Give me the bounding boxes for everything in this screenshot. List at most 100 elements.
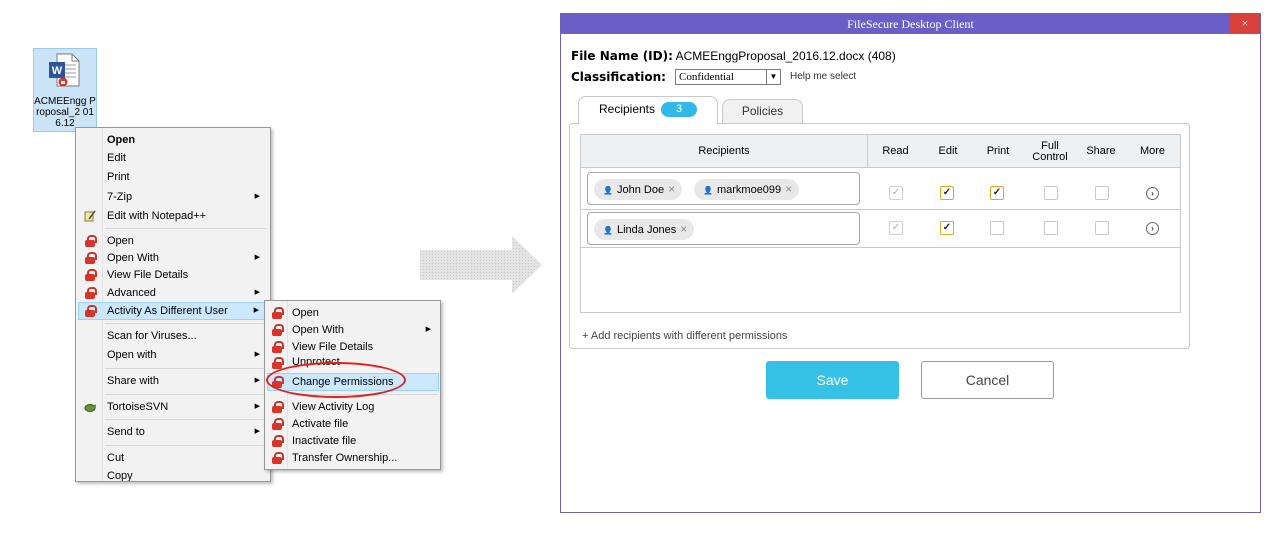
tortoise-icon [84,404,96,412]
full-control-checkbox[interactable] [1044,221,1058,235]
menu-separator [105,394,267,395]
menu-item-label: TortoiseSVN [107,401,169,413]
dialog-titlebar: FileSecure Desktop Client × [561,14,1260,34]
recipients-panel: Recipients Read Edit Print Full Control … [569,123,1190,349]
menu-item-tortoisesvn[interactable]: TortoiseSVN ▶ [78,398,268,416]
recipients-input[interactable]: 👤 Linda Jones × [587,212,860,245]
submenu-item-open-with[interactable]: Open With ▶ [267,321,439,339]
recipients-count-badge: 3 [661,102,698,117]
user-icon: 👤 [703,186,713,195]
menu-item-label: Inactivate file [292,435,357,447]
lock-icon [272,307,284,319]
share-checkbox[interactable] [1095,186,1109,200]
dialog-title: FileSecure Desktop Client [847,17,974,31]
add-recipients-link[interactable]: + Add recipients with different permissi… [582,330,788,342]
menu-item-open-with[interactable]: Open with ▶ [78,346,268,364]
menu-item-label: View File Details [107,269,189,281]
classification-label: Classification: [571,70,666,84]
menu-item-edit[interactable]: Edit [78,149,268,167]
file-icon-label: ACMEEngg Proposal_2 016.12 [34,96,96,129]
user-icon: 👤 [603,226,613,235]
col-full-control-line2: Control [1032,150,1068,163]
menu-item-label: View Activity Log [292,401,375,413]
row-divider [581,209,1180,210]
file-name-row: File Name (ID): ACMEEnggProposal_2016.12… [571,49,896,63]
col-full-control-line1: Full [1041,139,1059,152]
chevron-down-icon: ▼ [766,70,780,84]
more-options-icon[interactable]: › [1146,222,1159,235]
menu-item-secure-open-with[interactable]: Open With ▶ [78,249,268,267]
menu-item-label: Open With [292,324,344,336]
menu-item-label: Open [292,307,319,319]
lock-icon [85,252,97,264]
menu-item-activity-as-different-user[interactable]: Activity As Different User ▶ [78,302,268,320]
close-button[interactable]: × [1230,14,1260,34]
menu-item-label: View File Details [292,341,374,353]
highlight-oval [266,362,406,398]
print-checkbox[interactable] [990,221,1004,235]
lock-icon [85,287,97,299]
col-share: Share [1086,145,1116,157]
col-full-control: Full Control [1023,135,1077,168]
tab-recipients[interactable]: Recipients 3 [578,96,718,124]
submenu-arrow-icon: ▶ [254,289,260,296]
remove-recipient-icon[interactable]: × [668,182,675,196]
edit-checkbox[interactable]: ✓ [940,186,954,200]
tab-policies[interactable]: Policies [722,99,803,123]
full-control-checkbox[interactable] [1044,186,1058,200]
edit-checkbox[interactable]: ✓ [940,221,954,235]
lock-icon [272,357,284,369]
menu-item-share-with[interactable]: Share with ▶ [78,372,268,390]
menu-item-edit-notepadpp[interactable]: Edit with Notepad++ [78,207,268,225]
menu-item-label: Open [107,134,136,146]
menu-item-advanced[interactable]: Advanced ▶ [78,284,268,302]
submenu-item-view-activity-log[interactable]: View Activity Log [267,398,439,416]
more-options-icon[interactable]: › [1146,187,1159,200]
recipient-name: John Doe [616,184,665,196]
menu-item-label: 7-Zip [107,191,133,203]
remove-recipient-icon[interactable]: × [785,182,792,196]
menu-item-label: Activate file [292,418,349,430]
save-button[interactable]: Save [766,361,899,399]
cancel-button[interactable]: Cancel [921,361,1054,399]
menu-item-label: Edit with Notepad++ [107,210,207,222]
menu-separator [105,228,267,229]
submenu-arrow-icon: ▶ [254,254,260,261]
help-me-select-link[interactable]: Help me select [790,71,856,82]
menu-item-label: Advanced [107,287,156,299]
recipients-input[interactable]: 👤 John Doe × 👤 markmoe099 × [587,172,860,205]
menu-item-print[interactable]: Print [78,168,268,186]
menu-item-view-file-details[interactable]: View File Details [78,266,268,284]
submenu-item-activate-file[interactable]: Activate file [267,415,439,433]
menu-item-label: Activity As Different User [107,305,228,317]
menu-separator [105,368,267,369]
menu-item-scan-for-viruses[interactable]: Scan for Viruses... [78,327,268,345]
classification-select[interactable]: Confidential ▼ [675,69,781,85]
svg-text:W: W [52,65,63,77]
menu-item-send-to[interactable]: Send to ▶ [78,423,268,441]
remove-recipient-icon[interactable]: × [680,222,687,236]
menu-item-7zip[interactable]: 7-Zip ▶ [78,188,268,206]
menu-item-cut[interactable]: Cut [78,449,268,467]
row-divider [581,247,1180,248]
submenu-item-transfer-ownership[interactable]: Transfer Ownership... [267,449,439,467]
menu-item-copy[interactable]: Copy [78,467,268,481]
menu-item-label: Send to [107,426,145,438]
menu-item-label: Open with [107,349,157,361]
share-checkbox[interactable] [1095,221,1109,235]
menu-item-label: Scan for Viruses... [107,330,197,342]
submenu-item-open[interactable]: Open [267,304,439,322]
submenu-arrow-icon: ▶ [254,351,260,358]
menu-separator [105,445,267,446]
desktop-file-icon[interactable]: W ACMEEngg Proposal_2 016.12 [33,48,97,132]
menu-item-secure-open[interactable]: Open [78,232,268,250]
col-recipients: Recipients [698,145,750,157]
read-checkbox[interactable]: ✓ [889,221,903,235]
submenu-item-view-file-details[interactable]: View File Details [267,338,439,356]
submenu-arrow-icon: ▶ [254,377,260,384]
read-checkbox[interactable]: ✓ [889,186,903,200]
print-checkbox[interactable]: ✓ [990,186,1004,200]
submenu-item-inactivate-file[interactable]: Inactivate file [267,432,439,450]
menu-item-label: Transfer Ownership... [292,452,398,464]
menu-item-open[interactable]: Open [78,131,268,149]
